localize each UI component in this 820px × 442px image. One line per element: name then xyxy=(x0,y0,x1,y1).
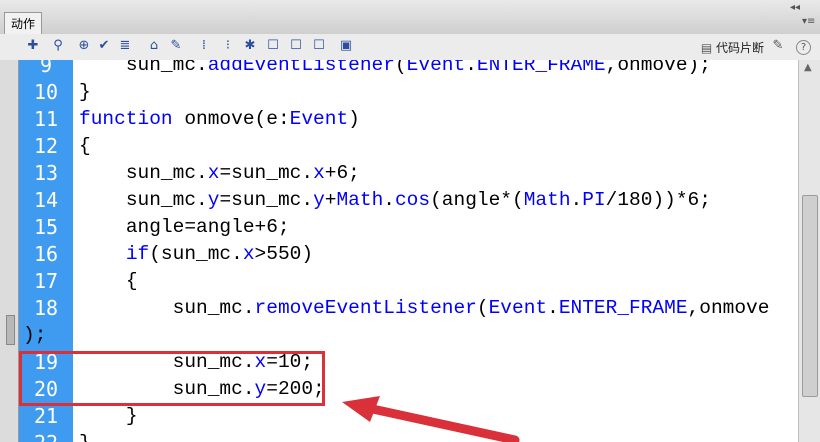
line-number: 13 xyxy=(33,161,59,185)
apply-line-comment-icon[interactable]: ☐ xyxy=(288,38,304,54)
code-text: function onmove(e:Event) xyxy=(79,108,360,130)
panel-menu-icon[interactable]: ▾≡ xyxy=(802,16,815,27)
code-line: 16 if(sun_mc.x>550) xyxy=(19,241,799,268)
remove-comment-icon[interactable]: ☐ xyxy=(311,38,327,54)
toolbox-collapse-handle[interactable] xyxy=(6,315,15,345)
code-text: { xyxy=(79,135,91,157)
code-line: 15 angle=angle+6; xyxy=(19,214,799,241)
editor-vertical-scrollbar[interactable]: ▲ xyxy=(798,60,820,442)
auto-format-icon[interactable]: ≣ xyxy=(117,38,133,54)
code-text: } xyxy=(125,405,138,427)
code-line: ); xyxy=(19,322,799,349)
panel-titlebar: 动作 ◂◂ ▾≡ xyxy=(0,0,820,35)
code-hint-icon[interactable]: ⌂ xyxy=(146,38,162,54)
apply-block-comment-icon[interactable]: ☐ xyxy=(265,38,281,54)
code-line: 18 sun_mc.removeEventListener(Event.ENTE… xyxy=(19,295,799,322)
check-syntax-icon[interactable]: ✔ xyxy=(96,38,112,54)
actions-toolbar: ✚ ⚲ ⊕ ✔ ≣ ⌂ ✎ ⁞ ⁝ ✱ ☐ ☐ ☐ ▣ ▤ 代码片断 ✎ ? xyxy=(0,34,820,61)
collapse-between-braces-icon[interactable]: ⁞ xyxy=(196,38,212,54)
code-text: sun_mc.y=sun_mc.y+Math.cos(angle*(Math.P… xyxy=(125,189,711,211)
code-text: ); xyxy=(23,324,47,346)
line-number: 16 xyxy=(33,242,59,266)
target-path-icon[interactable]: ⊕ xyxy=(76,38,92,54)
code-text: sun_mc.x=sun_mc.x+6; xyxy=(125,162,360,184)
snippets-icon: ▤ xyxy=(700,41,713,55)
code-line: 11 function onmove(e:Event) xyxy=(19,106,799,133)
line-number: 21 xyxy=(33,404,59,428)
line-number: 11 xyxy=(33,107,59,131)
code-line: 13 sun_mc.x=sun_mc.x+6; xyxy=(19,160,799,187)
line-number: 9 xyxy=(39,60,53,77)
code-text: } xyxy=(79,430,91,442)
debug-options-icon[interactable]: ✎ xyxy=(168,38,184,54)
scrollbar-thumb[interactable] xyxy=(802,195,818,397)
code-snippets-button[interactable]: ▤ 代码片断 xyxy=(701,39,764,56)
help-icon[interactable]: ? xyxy=(796,40,811,55)
script-assist-wand-icon[interactable]: ✎ xyxy=(770,38,786,54)
highlight-box xyxy=(19,351,325,406)
line-number: 18 xyxy=(33,296,59,320)
code-text: if(sun_mc.x>550) xyxy=(125,243,314,265)
collapse-panel-icon[interactable]: ◂◂ xyxy=(790,2,800,13)
code-text: { xyxy=(125,270,138,292)
line-number: 17 xyxy=(33,269,59,293)
line-number: 15 xyxy=(33,215,59,239)
snippets-label: 代码片断 xyxy=(715,41,764,55)
code-line: 12 { xyxy=(19,133,799,160)
find-icon[interactable]: ⚲ xyxy=(50,38,66,54)
code-line: 14 sun_mc.y=sun_mc.y+Math.cos(angle*(Mat… xyxy=(19,187,799,214)
code-line: 10} xyxy=(19,79,799,106)
code-text: sun_mc.addEventListener(Event.ENTER_FRAM… xyxy=(125,60,711,76)
code-text: sun_mc.removeEventListener(Event.ENTER_F… xyxy=(172,297,770,319)
code-text: angle=angle+6; xyxy=(125,216,290,238)
collapse-selection-icon[interactable]: ⁝ xyxy=(220,38,236,54)
line-number: 14 xyxy=(33,188,59,212)
add-statement-icon[interactable]: ✚ xyxy=(25,38,41,54)
expand-all-icon[interactable]: ✱ xyxy=(242,38,258,54)
tab-actions[interactable]: 动作 xyxy=(4,12,43,35)
show-hide-toolbox-icon[interactable]: ▣ xyxy=(338,38,354,54)
left-splitter xyxy=(0,60,18,442)
code-text: } xyxy=(79,81,91,103)
annotation-arrow-icon xyxy=(342,396,520,442)
line-number: 22 xyxy=(19,430,73,442)
code-line: 9 sun_mc.addEventListener(Event.ENTER_FR… xyxy=(19,60,799,79)
line-number: 12 xyxy=(33,134,59,158)
line-number: 10 xyxy=(33,80,59,104)
scroll-up-icon[interactable]: ▲ xyxy=(804,62,812,73)
code-line: 17 { xyxy=(19,268,799,295)
